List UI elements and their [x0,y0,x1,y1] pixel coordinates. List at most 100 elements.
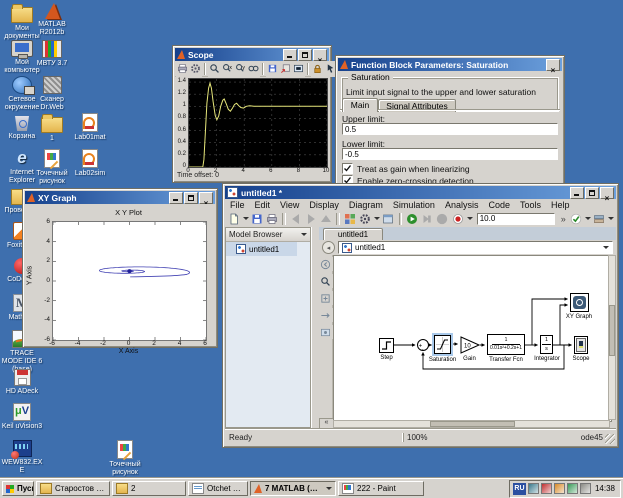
scope-titlebar[interactable]: Scope × [175,48,329,61]
desktop-icon-hd-adeck[interactable]: HD ADeck [0,369,44,396]
library-browser-icon[interactable] [343,211,357,227]
zoom-icon[interactable] [208,61,221,77]
tray-icon-antivirus[interactable] [541,483,552,494]
zoom-x-icon[interactable]: x [221,61,234,77]
model-explorer-icon[interactable] [381,211,395,227]
up-icon[interactable] [319,211,333,227]
build-icon[interactable] [592,211,606,227]
tree-item-untitled1[interactable]: untitled1 [226,242,297,256]
model-settings-icon[interactable] [358,211,372,227]
forward-icon[interactable] [304,211,318,227]
fit-to-view-icon[interactable] [319,291,333,305]
tab-main[interactable]: Main [342,98,378,112]
desktop-icon-точечный-рисунок[interactable]: Точечный рисунок [103,440,147,477]
menu-view[interactable]: View [275,200,304,210]
minimize-button[interactable] [283,49,297,61]
chevron-down-icon[interactable] [608,217,614,220]
lower-limit-input[interactable] [342,148,558,160]
tray-icon-network[interactable] [528,483,539,494]
zoom-icon[interactable] [319,274,333,288]
taskbar-button-7-matlab-r2012b-[interactable]: 7 MATLAB (R2012b) [250,481,336,496]
up-to-parent-icon[interactable]: ◂ [322,241,335,254]
menu-edit[interactable]: Edit [250,200,276,210]
resize-grip[interactable] [605,434,615,444]
tray-icon-volume[interactable] [580,483,591,494]
upper-limit-input[interactable] [342,123,558,135]
menu-simulation[interactable]: Simulation [388,200,440,210]
dialog-titlebar[interactable]: Function Block Parameters: Saturation × [338,58,562,71]
save-axes-icon[interactable] [266,61,279,77]
stop-time-input[interactable] [477,213,555,225]
maximize-button[interactable] [184,192,198,204]
run-icon[interactable] [405,211,419,227]
save-icon[interactable] [250,211,264,227]
clock[interactable]: 14:38 [593,484,617,493]
xy-graph-titlebar[interactable]: XY Graph × [25,191,215,204]
direction-icon[interactable] [319,308,333,322]
desktop-icon-keil-uvision3[interactable]: μVKeil uVision3 [0,403,44,431]
taskbar-button-222-paint[interactable]: 222 - Paint [338,481,424,496]
print-icon[interactable] [265,211,279,227]
simulink-titlebar[interactable]: untitled1 * × [225,186,616,199]
maximize-button[interactable] [298,49,312,61]
floating-scope-icon[interactable] [292,61,305,77]
xy-graph-block[interactable] [570,293,589,312]
maximize-button[interactable] [585,187,599,199]
start-button[interactable]: Пуск [2,481,34,496]
desktop-icon-мвту-3-7[interactable]: МВТУ 3.7 [30,40,74,68]
chevron-down-icon[interactable] [374,217,380,220]
menu-help[interactable]: Help [546,200,575,210]
desktop-icon-lab01mat[interactable]: Lab01mat [68,113,112,142]
stop-icon[interactable] [435,211,449,227]
print-icon[interactable] [176,61,189,77]
taskbar-button-2[interactable]: 2 [112,481,186,496]
menu-code[interactable]: Code [483,200,515,210]
menu-diagram[interactable]: Diagram [344,200,388,210]
breadcrumb[interactable]: untitled1 [338,241,613,254]
menu-file[interactable]: File [225,200,250,210]
minimize-button[interactable] [570,187,584,199]
lock-axes-icon[interactable] [311,61,324,77]
menu-tools[interactable]: Tools [515,200,546,210]
minimize-button[interactable] [169,192,183,204]
record-icon[interactable] [451,211,465,227]
model-canvas[interactable]: + - Step Saturation 10 Gain 1 0.01s²+0.2… [333,255,612,422]
close-button[interactable]: × [546,59,560,71]
close-button[interactable]: × [313,49,327,61]
desktop-icon-сканер-dr-web[interactable]: Сканер Dr.Web [30,76,74,112]
saturation-block[interactable] [434,335,451,354]
desktop-icon-matlab-r2012b[interactable]: MATLAB R2012b [30,3,74,37]
tray-icon-update[interactable] [554,483,565,494]
scope-block[interactable] [574,336,588,354]
integrator-block[interactable]: 1 s [540,335,553,354]
taskbar-button-старостов-иу4-51-1-2я-[interactable]: Старостов ИУ4-51 1-2я... [36,481,110,496]
treat-as-gain-checkbox[interactable] [342,163,353,174]
transfer-fcn-block[interactable]: 1 0.01s²+0.2s+1 [487,334,525,355]
gain-block[interactable]: 10 [460,336,480,354]
menu-display[interactable]: Display [304,200,344,210]
chevron-down-icon[interactable] [301,233,307,236]
step-forward-icon[interactable] [420,211,434,227]
zoom-y-icon[interactable]: y [234,61,247,77]
horizontal-scrollbar[interactable] [333,420,610,428]
accelerator-check-icon[interactable] [569,211,583,227]
parameters-icon[interactable] [189,61,202,77]
restore-axes-icon[interactable] [279,61,292,77]
close-button[interactable]: × [199,192,213,204]
taskbar-button-otchet-на-teacher[interactable]: Otchet на teacher [188,481,248,496]
chevron-down-icon[interactable] [467,217,473,220]
menu-analysis[interactable]: Analysis [440,200,484,210]
language-indicator[interactable]: RU [513,483,526,495]
chevron-down-icon[interactable] [585,217,591,220]
autoscale-icon[interactable] [247,61,260,77]
expand-icon[interactable]: » [559,214,568,224]
tray-icon-agent[interactable] [567,483,578,494]
chevron-down-icon[interactable] [603,246,609,249]
close-button[interactable]: × [600,187,614,199]
vertical-scrollbar[interactable] [608,255,616,420]
chevron-down-icon[interactable] [243,217,249,220]
desktop-icon-wew832-exe[interactable]: WEW832.EXE [0,440,44,475]
screenshot-icon[interactable] [319,325,333,339]
new-model-icon[interactable] [227,211,241,227]
hide-browser-icon[interactable] [319,257,333,271]
